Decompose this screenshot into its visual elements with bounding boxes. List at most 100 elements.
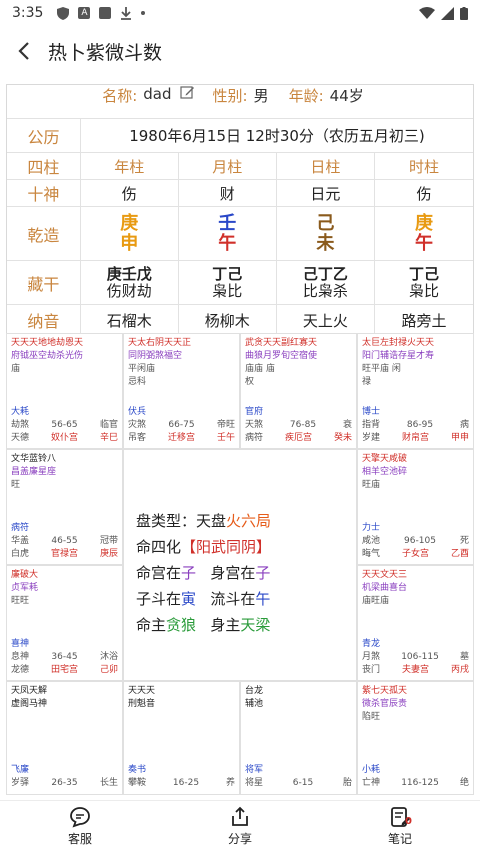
age-label: 年龄: [288, 87, 324, 105]
bazi-info-grid: 名称: dad 性别: 男 年龄: 44岁 公历 1980年6月15日 12时3… [6, 84, 474, 336]
palace-sha: 灾煞 [128, 420, 147, 430]
shengong-label: 身宫在 [210, 564, 256, 582]
mingzhu-label: 命主 [136, 616, 167, 634]
palace-name: 迁移宫 [167, 433, 195, 443]
palace-cell[interactable]: 天凤天解 虚阁马神 飞廉 岁驿 26-35 长生 [6, 681, 123, 795]
palace-cell[interactable]: 武贪天天副红寡天 曲狼月罗旬空宿使 庙庙 庙 权 官府 天煞 76-85 衰 病符 疾… [240, 333, 357, 449]
gan-char: 庚 [414, 212, 433, 234]
palace-stars: 微杀官辰贵 [362, 699, 408, 709]
zhi-char: 午 [218, 232, 237, 254]
palace-cell[interactable]: 廉破大 贞军耗 旺旺 喜神 息神 36-45 沐浴 龙德 田宅宫 己卯 [6, 565, 123, 681]
gender-label: 性别: [212, 87, 248, 105]
palace-cell[interactable]: 文华蓝铃八 昌盖廉星座 旺 病符 华盖 46-55 冠带 白虎 官禄宫 庚辰 [6, 449, 123, 565]
palace-branch: 己卯 [99, 665, 118, 675]
palace-cell[interactable]: 天太右阴天天正 同阴弼煞福空 平闲庙 忌科 伏兵 灾煞 66-75 帝旺 吊客 迁移宫… [123, 333, 240, 449]
palace-stage: 长生 [99, 778, 118, 788]
palace-branch: 丙戌 [450, 665, 469, 675]
minggong-value: 子 [181, 564, 197, 582]
palace-stars: 天天天 [128, 686, 156, 696]
chart-type-label: 盘类型：天盘 [136, 512, 227, 530]
app-square-icon [99, 7, 112, 19]
download-icon [121, 6, 132, 20]
shishen-cell: 日元 [277, 180, 375, 206]
palace-stage: 胎 [342, 778, 352, 788]
zhi-char: 未 [316, 232, 335, 254]
palace-sui: 天德 [11, 433, 30, 443]
palace-sha: 息神 [11, 652, 30, 662]
palace-sha: 咸池 [362, 536, 381, 546]
nayin-cell: 杨柳木 [179, 305, 277, 335]
nayin-label: 纳音 [7, 305, 81, 335]
palace-god: 博士 [362, 407, 381, 417]
mingzhu-value: 贪狼 [166, 616, 197, 634]
palace-range: 106-115 [401, 652, 439, 662]
nayin-cell: 路旁土 [401, 311, 447, 330]
ganzhi-hour: 庚午 [375, 207, 473, 260]
palace-sui: 晦气 [362, 549, 381, 559]
qianzao-row: 乾造 庚申 壬午 己未 庚午 [7, 207, 473, 261]
palace-god: 力士 [362, 523, 381, 533]
nav-notes[interactable]: 0 笔记 [320, 801, 480, 852]
palace-range: 76-85 [289, 420, 317, 430]
signal-icon [441, 6, 454, 20]
palace-god: 伏兵 [128, 407, 147, 417]
palace-cell[interactable]: 天天天 刑魁音 奏书 攀鞍 16-25 养 [123, 681, 240, 795]
palace-cell[interactable]: 太巨左封禄火天天 阳门辅诰存星才寿 旺平庙 闲 禄 博士 指背 86-95 病 岁建… [357, 333, 474, 449]
palace-god: 大耗 [11, 407, 30, 417]
palace-range: 26-35 [51, 778, 78, 788]
canggan-gods: 伤财劫 [106, 281, 152, 300]
palace-brightness: 旺庙 [362, 480, 381, 490]
palace-stage: 沐浴 [99, 652, 118, 662]
palace-sihua: 忌科 [128, 377, 147, 387]
palace-god: 青龙 [362, 639, 381, 649]
shishen-label: 十神 [7, 180, 81, 206]
palace-stars: 贞军耗 [11, 583, 39, 593]
palace-name: 奴仆宫 [50, 433, 78, 443]
palace-stage: 临官 [99, 420, 118, 430]
palace-stars: 台龙 [245, 686, 264, 696]
chat-icon [70, 807, 90, 828]
nav-customer-service[interactable]: 客服 [0, 801, 160, 852]
palace-sha: 攀鞍 [128, 778, 147, 788]
palace-cell[interactable]: 天擎天咸破 相羊空池碎 旺庙 力士 咸池 96-105 死 晦气 子女宫 乙酉 [357, 449, 474, 565]
calendar-label: 公历 [7, 119, 81, 152]
chart-type-value: 火六局 [226, 512, 272, 530]
canggan-gods: 比枭杀 [302, 281, 348, 300]
palace-range: 96-105 [404, 536, 436, 546]
canggan-cell: 己丁乙 比枭杀 [277, 261, 375, 304]
palace-cell[interactable]: 紫七天孤天 微杀官辰贵 陷旺 小耗 亡神 116-125 绝 [357, 681, 474, 795]
profile-row: 名称: dad 性别: 男 年龄: 44岁 [7, 85, 473, 119]
shengong-value: 子 [255, 564, 271, 582]
palace-cell[interactable]: 天天天地地劫恩天 府钺巫空劫杀光伤 庙 大耗 劫煞 56-65 临官 天德 奴仆宫 辛巳 [6, 333, 123, 449]
nayin-cell: 石榴木 [81, 305, 179, 335]
palace-stage: 帝旺 [216, 420, 235, 430]
palace-cell[interactable]: 台龙 辅池 将军 将星 6-15 胎 [240, 681, 357, 795]
edit-icon[interactable] [179, 85, 195, 100]
palace-sui: 龙德 [11, 665, 30, 675]
palace-stage: 死 [459, 536, 469, 546]
canggan-stems: 丁己 [212, 264, 243, 283]
palace-brightness: 陷旺 [362, 712, 381, 722]
palace-range: 46-55 [51, 536, 78, 546]
palace-stage: 绝 [459, 778, 469, 788]
profile-age: 44岁 [329, 87, 364, 105]
pillars-row: 四柱 年柱 月柱 日柱 时柱 [7, 153, 473, 180]
nav-label: 客服 [67, 832, 92, 846]
canggan-gods: 枭比 [212, 281, 243, 300]
palace-branch: 癸未 [333, 433, 352, 443]
palace-name: 官禄宫 [50, 549, 78, 559]
notification-dot-icon [141, 11, 146, 15]
app-header: 热卜紫微斗数 [0, 26, 480, 76]
shishen-cell: 伤 [81, 180, 179, 206]
back-button[interactable] [10, 37, 38, 65]
palace-cell[interactable]: 天天文天三 机梁曲喜台 庙旺庙 青龙 月煞 106-115 墓 丧门 夫妻宫 丙戌 [357, 565, 474, 681]
palace-stars: 天天文天三 [362, 570, 408, 580]
palace-stars: 曲狼月罗旬空宿使 [245, 351, 318, 361]
palace-brightness: 庙旺庙 [362, 596, 390, 606]
palace-sui: 丧门 [362, 665, 381, 675]
palace-stars: 阳门辅诰存星才寿 [362, 351, 435, 361]
palace-branch: 甲申 [450, 433, 469, 443]
sihua-label: 命四化 [136, 538, 182, 556]
nav-share[interactable]: 分享 [160, 801, 320, 852]
zhi-char: 申 [120, 232, 139, 254]
